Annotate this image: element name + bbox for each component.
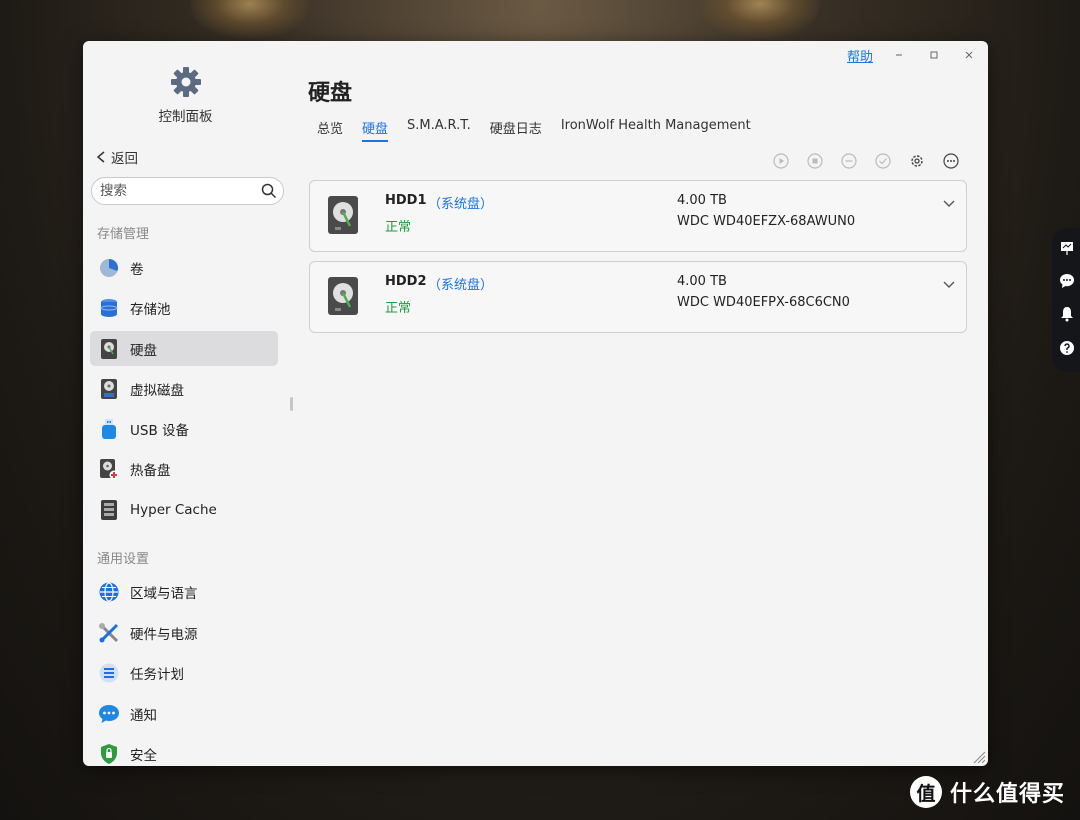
- sidebar-item-label: 虚拟磁盘: [130, 382, 184, 399]
- sidebar-item-label: 区域与语言: [130, 585, 198, 602]
- disk-capacity: 4.00 TB: [677, 193, 727, 208]
- sidebar-item-hot-spare[interactable]: 热备盘: [90, 451, 278, 486]
- brand-text: 什么值得买: [950, 782, 1066, 807]
- tab-smart[interactable]: S.M.A.R.T.: [407, 118, 471, 142]
- sidebar-item-label: 任务计划: [130, 666, 184, 683]
- sidebar-item-label: 卷: [130, 261, 144, 278]
- virtual-disk-icon: [98, 378, 120, 400]
- sidebar-item-hard-disk[interactable]: 硬盘: [90, 331, 278, 366]
- hard-disk-icon: [328, 196, 358, 234]
- tab-disk-log[interactable]: 硬盘日志: [490, 118, 542, 142]
- sidebar-item-storage-pool[interactable]: 存储池: [90, 290, 278, 325]
- search-icon[interactable]: [261, 183, 277, 199]
- background-eye-right: [700, 0, 820, 38]
- control-panel-window: 帮助 控制面板 返回 搜索 存储管理 卷 存储池 硬盘 虚拟磁盘 USB 设备 …: [83, 41, 988, 766]
- sidebar-item-label: 硬件与电源: [130, 626, 198, 643]
- search-input[interactable]: [100, 183, 250, 199]
- back-label: 返回: [111, 151, 138, 167]
- hard-disk-icon: [98, 338, 120, 360]
- system-disk-tag: （系统盘）: [428, 197, 494, 212]
- disk-model: WDC WD40EFPX-68C6CN0: [677, 295, 850, 310]
- chevron-down-icon[interactable]: [942, 280, 956, 290]
- brand-logo: 值: [910, 776, 942, 808]
- chat-bubble-icon: [98, 703, 120, 725]
- sidebar-item-region-language[interactable]: 区域与语言: [90, 574, 278, 609]
- watermark-brand: 值 什么值得买: [910, 776, 1065, 808]
- sidebar-item-security[interactable]: 安全: [90, 736, 278, 766]
- disk-status: 正常: [385, 301, 412, 316]
- sidebar-item-label: 硬盘: [130, 342, 157, 359]
- usb-icon: [98, 418, 120, 440]
- task-schedule-icon: [98, 662, 120, 684]
- disk-capacity: 4.00 TB: [677, 274, 727, 289]
- more-icon[interactable]: [942, 152, 960, 170]
- volume-pie-icon: [98, 257, 120, 279]
- general-section-label: 通用设置: [97, 552, 150, 567]
- sidebar-item-label: 安全: [130, 747, 157, 764]
- settings-icon[interactable]: [908, 152, 926, 170]
- storage-pool-icon: [98, 297, 120, 319]
- tools-icon: [98, 622, 120, 644]
- sidebar-item-notification[interactable]: 通知: [90, 696, 278, 731]
- sidebar-item-virtual-disk[interactable]: 虚拟磁盘: [90, 371, 278, 406]
- page-title: 硬盘: [308, 81, 353, 106]
- sidebar: 控制面板 返回 存储管理 卷 存储池 硬盘: [83, 41, 293, 766]
- question-icon[interactable]: [1059, 340, 1075, 356]
- floating-side-bar: [1052, 228, 1080, 372]
- app-header: 控制面板: [83, 65, 288, 125]
- presentation-icon[interactable]: [1059, 240, 1075, 256]
- tab-bar: 总览 硬盘 S.M.A.R.T. 硬盘日志 IronWolf Health Ma…: [317, 118, 751, 142]
- play-icon[interactable]: [772, 152, 790, 170]
- minus-circle-icon[interactable]: [840, 152, 858, 170]
- sidebar-item-usb[interactable]: USB 设备: [90, 411, 278, 446]
- tab-overview[interactable]: 总览: [317, 118, 343, 142]
- disk-name: HDD1: [385, 193, 427, 208]
- hard-disk-icon: [328, 277, 358, 315]
- system-disk-tag: （系统盘）: [428, 278, 494, 293]
- disk-status: 正常: [385, 220, 412, 235]
- resize-grip-icon[interactable]: [972, 750, 986, 764]
- gear-icon: [170, 67, 201, 97]
- sidebar-item-volume[interactable]: 卷: [90, 250, 278, 285]
- disk-model: WDC WD40EFZX-68AWUN0: [677, 214, 856, 229]
- sidebar-item-task-schedule[interactable]: 任务计划: [90, 655, 278, 690]
- hot-spare-icon: [98, 458, 120, 480]
- main-content: 硬盘 总览 硬盘 S.M.A.R.T. 硬盘日志 IronWolf Health…: [308, 41, 988, 766]
- comment-icon[interactable]: [1059, 273, 1075, 289]
- sidebar-item-hardware-power[interactable]: 硬件与电源: [90, 615, 278, 650]
- disk-card-hdd2[interactable]: HDD2 （系统盘） 正常 4.00 TB WDC WD40EFPX-68C6C…: [309, 261, 967, 333]
- sidebar-item-label: USB 设备: [130, 422, 190, 439]
- sidebar-item-label: 热备盘: [130, 462, 171, 479]
- storage-section-label: 存储管理: [97, 227, 150, 242]
- chevron-down-icon[interactable]: [942, 199, 956, 209]
- tab-ironwolf-health[interactable]: IronWolf Health Management: [561, 118, 751, 142]
- background-eye-left: [190, 0, 310, 38]
- back-button[interactable]: 返回: [95, 147, 138, 167]
- hyper-cache-icon: [98, 499, 120, 521]
- shield-icon: [98, 743, 120, 765]
- disk-card-hdd1[interactable]: HDD1 （系统盘） 正常 4.00 TB WDC WD40EFZX-68AWU…: [309, 180, 967, 252]
- globe-icon: [98, 581, 120, 603]
- app-title: 控制面板: [158, 109, 213, 125]
- sidebar-item-label: 通知: [130, 707, 157, 724]
- sidebar-scrollbar[interactable]: [290, 397, 293, 411]
- search-box[interactable]: [91, 177, 284, 205]
- check-circle-icon[interactable]: [874, 152, 892, 170]
- sidebar-item-label: 存储池: [130, 301, 171, 318]
- disk-name: HDD2: [385, 274, 427, 289]
- tab-hard-disk[interactable]: 硬盘: [362, 118, 389, 142]
- disk-toolbar: [772, 152, 960, 170]
- sidebar-item-hyper-cache[interactable]: Hyper Cache: [90, 492, 278, 527]
- bell-icon[interactable]: [1059, 306, 1075, 322]
- sidebar-item-label: Hyper Cache: [130, 501, 217, 518]
- chevron-left-icon: [96, 151, 105, 163]
- stop-icon[interactable]: [806, 152, 824, 170]
